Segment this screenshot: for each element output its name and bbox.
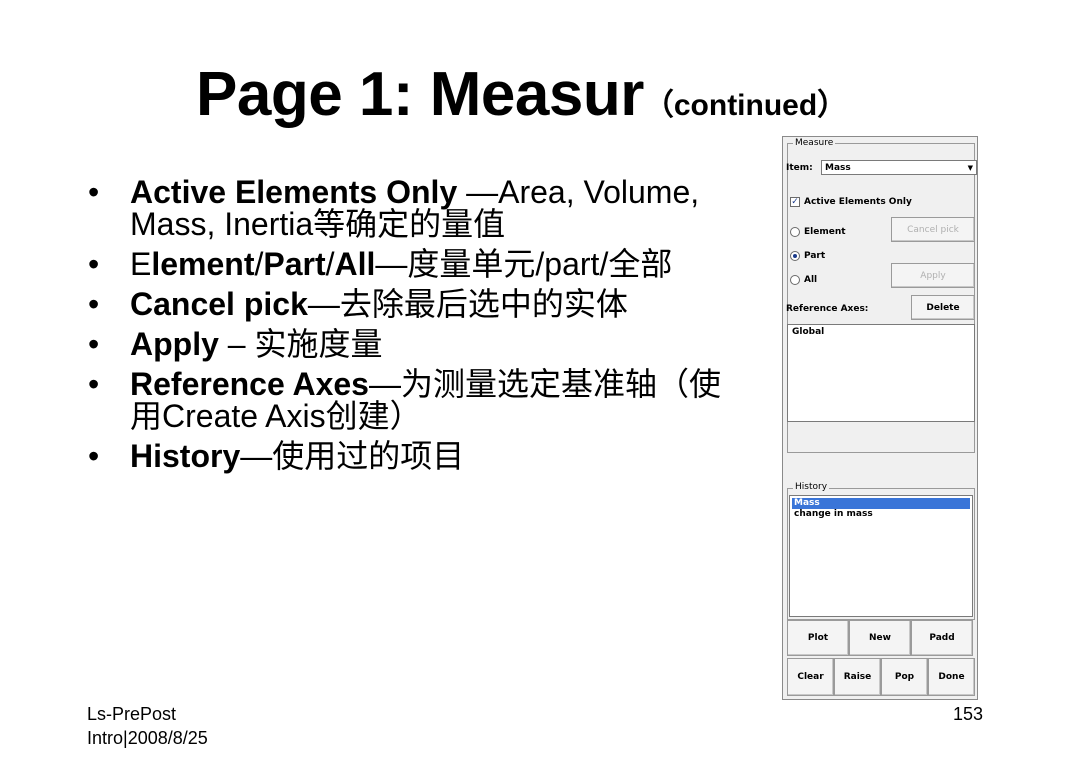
bullet-dot: • (88, 326, 100, 362)
bullet-text: – 实施度量 (218, 326, 383, 362)
all-radio-label: All (804, 275, 818, 285)
item-dropdown-value: Mass (825, 163, 851, 173)
bullet-keyword: Reference Axes (130, 366, 369, 402)
reference-axes-label: Reference Axes: (786, 304, 869, 314)
pop-button[interactable]: Pop (881, 658, 928, 696)
active-elements-only-label: Active Elements Only (804, 197, 912, 207)
bullet-item-history: • History—使用过的项目 (86, 440, 726, 472)
all-radio[interactable] (790, 275, 800, 285)
item-label: Item: (786, 163, 813, 173)
footer: Ls-PrePost Intro|2008/8/25 (87, 702, 208, 750)
bullet-text: E (130, 246, 152, 282)
page-number: 153 (953, 704, 984, 724)
new-button[interactable]: New (849, 620, 911, 656)
bullet-dot: • (88, 246, 100, 282)
bullet-dot: • (88, 366, 100, 402)
list-item[interactable]: Mass (792, 498, 970, 509)
title-main: Page 1: Measur (196, 60, 644, 129)
history-group-title: History (793, 482, 830, 492)
active-elements-only-checkbox[interactable]: ✓ (790, 197, 800, 207)
footer-product: Ls-PrePost (87, 704, 177, 724)
bullet-keyword: lement (151, 246, 255, 282)
measure-panel: Measure Item: Mass ▼ ✓ Active Elements O… (782, 136, 978, 700)
padd-button[interactable]: Padd (911, 620, 973, 656)
clear-button[interactable]: Clear (787, 658, 834, 696)
done-button[interactable]: Done (928, 658, 975, 696)
bullet-dot: • (88, 174, 100, 210)
reference-axes-list[interactable]: Global (787, 324, 975, 422)
plot-button[interactable]: Plot (787, 620, 849, 656)
footer-date: Intro|2008/8/25 (87, 728, 208, 748)
apply-button[interactable]: Apply (891, 263, 975, 288)
bullet-item-element-part-all: • Element/Part/All—度量单元/part/全部 (86, 248, 726, 280)
raise-button[interactable]: Raise (834, 658, 881, 696)
bullet-keyword: Apply (130, 326, 219, 362)
list-item[interactable]: Global (790, 327, 972, 338)
bullet-keyword: Active Elements Only (130, 174, 458, 210)
element-radio-label: Element (804, 227, 846, 237)
cancel-pick-button[interactable]: Cancel pick (891, 217, 975, 242)
bullet-item-reference-axes: • Reference Axes—为测量选定基准轴（使用Create Axis创… (86, 368, 726, 432)
bullet-text: —度量单元/part/全部 (375, 246, 673, 282)
delete-axis-button[interactable]: Delete (911, 295, 975, 320)
bullet-keyword: Part (263, 246, 326, 282)
bullet-keyword: All (334, 246, 376, 282)
bullet-text: —使用过的项目 (240, 438, 465, 474)
title-subtitle: （continued） (643, 89, 848, 122)
bullet-keyword: Cancel pick (130, 286, 308, 322)
bullet-text: —去除最后选中的实体 (307, 286, 628, 322)
part-radio[interactable] (790, 251, 800, 261)
measure-group-title: Measure (793, 138, 836, 148)
bullet-dot: • (88, 286, 100, 322)
bullet-item-active-elements: • Active Elements Only —Area, Volume, Ma… (86, 176, 726, 240)
part-radio-label: Part (804, 251, 826, 261)
bullet-item-apply: • Apply – 实施度量 (86, 328, 726, 360)
history-list[interactable]: Mass change in mass (789, 495, 973, 617)
bullet-dot: • (88, 438, 100, 474)
list-item[interactable]: change in mass (792, 509, 970, 520)
bullet-list: • Active Elements Only —Area, Volume, Ma… (86, 176, 726, 480)
element-radio[interactable] (790, 227, 800, 237)
bullet-text: / (325, 246, 335, 282)
bullet-keyword: History (130, 438, 241, 474)
bullet-item-cancel-pick: • Cancel pick—去除最后选中的实体 (86, 288, 726, 320)
chevron-down-icon: ▼ (967, 164, 973, 172)
item-dropdown[interactable]: Mass ▼ (821, 160, 977, 175)
slide-title: Page 1: Measur（continued） (196, 58, 847, 143)
